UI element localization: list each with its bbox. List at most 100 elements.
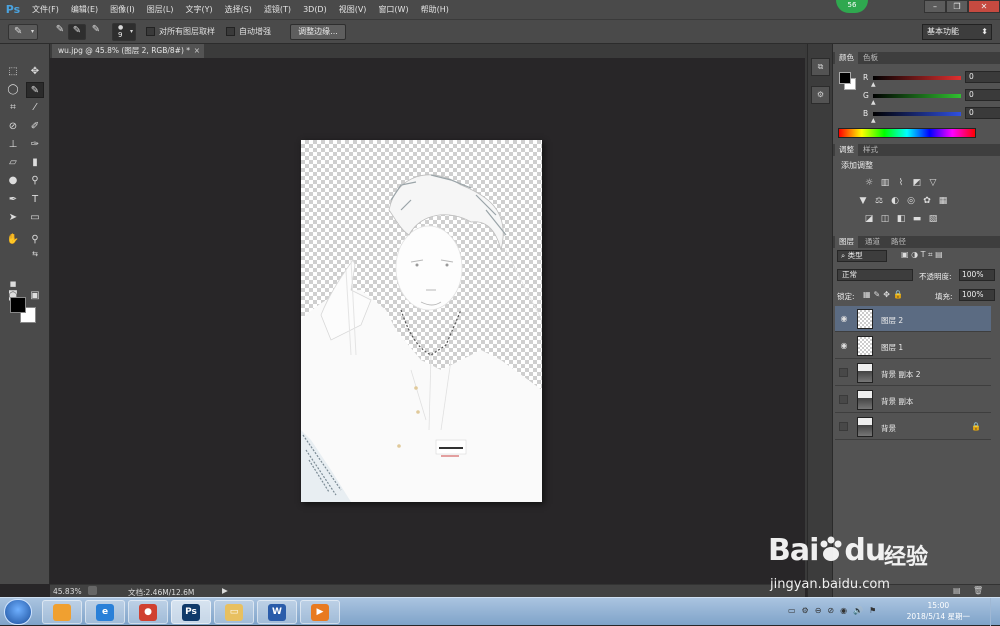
tab-swatches[interactable]: 色板	[859, 52, 882, 64]
close-window-button[interactable]: ✕	[968, 0, 1000, 13]
new-selection-icon[interactable]: ✎	[52, 24, 68, 40]
levels-icon[interactable]: ▥	[879, 178, 891, 189]
tab-channels[interactable]: 通道	[861, 236, 884, 248]
tab-styles[interactable]: 样式	[859, 144, 882, 156]
path-selection-tool-icon[interactable]: ➤	[4, 210, 22, 226]
brush-tool-icon[interactable]: ✐	[26, 119, 44, 135]
delete-layer-icon[interactable]: 🗑	[973, 586, 983, 595]
subtract-selection-icon[interactable]: ✎	[88, 24, 104, 40]
layer-row[interactable]: ◉ 图层 2	[835, 306, 991, 332]
taskbar-app-button[interactable]: e	[85, 600, 125, 624]
foreground-color-swatch[interactable]	[10, 297, 26, 313]
tab-layers[interactable]: 图层	[835, 236, 858, 248]
bw-icon[interactable]: ◐	[889, 196, 901, 207]
slider-value[interactable]: 0	[965, 107, 1000, 119]
swap-colors-icon[interactable]: ⇆	[26, 246, 44, 262]
layer-row[interactable]: ◉ 图层 1	[835, 333, 991, 359]
workspace-select[interactable]: 基本功能 ⬍	[922, 24, 992, 40]
layer-row[interactable]: 背景 副本 2	[835, 360, 991, 386]
channel-mixer-icon[interactable]: ✿	[921, 196, 933, 207]
photo-filter-icon[interactable]: ◎	[905, 196, 917, 207]
new-layer-icon[interactable]: ▤	[953, 586, 961, 595]
tab-color[interactable]: 颜色	[835, 52, 858, 64]
taskbar-app-button[interactable]: ●	[128, 600, 168, 624]
pen-tool-icon[interactable]: ✒	[4, 192, 22, 208]
slider-handle-icon[interactable]: ▲	[871, 81, 876, 88]
restore-button[interactable]: ❐	[946, 0, 968, 13]
menu-item-3[interactable]: 图层(L)	[141, 0, 180, 19]
move-tool-icon[interactable]: ✥	[26, 64, 44, 80]
exposure-icon[interactable]: ◩	[911, 178, 923, 189]
posterize-icon[interactable]: ◫	[879, 214, 891, 225]
eye-icon[interactable]: ◉	[839, 314, 849, 324]
threshold-icon[interactable]: ◧	[895, 214, 907, 225]
menu-item-10[interactable]: 帮助(H)	[415, 0, 455, 19]
history-brush-tool-icon[interactable]: ✑	[26, 137, 44, 153]
close-tab-icon[interactable]: ×	[194, 44, 200, 58]
slider-handle-icon[interactable]: ▲	[871, 99, 876, 106]
slider-track[interactable]	[873, 94, 961, 98]
visibility-toggle[interactable]	[839, 395, 848, 404]
healing-brush-tool-icon[interactable]: ⊘	[4, 119, 22, 135]
refine-edge-button[interactable]: 调整边缘...	[290, 24, 346, 40]
sample-all-layers-checkbox[interactable]	[146, 27, 155, 36]
filter-pixel-icon[interactable]: ▣ ◑ T ⌗ ▤	[901, 250, 943, 260]
zoom-level[interactable]: 45.83%	[53, 587, 82, 596]
slider-value[interactable]: 0	[965, 71, 1000, 83]
history-panel-icon[interactable]: ⧉	[811, 58, 830, 76]
taskbar-app-button[interactable]	[42, 600, 82, 624]
selective-color-icon[interactable]: ▧	[927, 214, 939, 225]
brush-size-picker[interactable]: ● 9 ▾	[112, 23, 136, 41]
document-tab[interactable]: wu.jpg @ 45.8% (图层 2, RGB/8#) * ×	[52, 44, 204, 58]
taskbar-app-button[interactable]: Ps	[171, 600, 211, 624]
triangle-icon[interactable]: ▽	[927, 178, 939, 189]
opacity-field[interactable]: 100%	[959, 269, 995, 281]
minimize-button[interactable]: –	[924, 0, 946, 13]
crop-tool-icon[interactable]: ⌗	[4, 100, 22, 116]
slider-handle-icon[interactable]: ▲	[871, 117, 876, 124]
menu-item-6[interactable]: 滤镜(T)	[258, 0, 297, 19]
sun-icon[interactable]: ☼	[863, 178, 875, 189]
balance-icon[interactable]: ⚖	[873, 196, 885, 207]
add-to-selection-icon[interactable]: ✎	[68, 24, 86, 40]
slider-value[interactable]: 0	[965, 89, 1000, 101]
blend-mode-select[interactable]: 正常	[837, 269, 913, 281]
gradient-tool-icon[interactable]: ▮	[26, 155, 44, 171]
system-clock[interactable]: 15:00 2018/5/14 星期一	[907, 600, 970, 622]
menu-item-5[interactable]: 选择(S)	[219, 0, 258, 19]
show-desktop-button[interactable]	[990, 598, 1000, 626]
menu-item-1[interactable]: 编辑(E)	[65, 0, 104, 19]
start-button[interactable]	[4, 599, 32, 625]
invert-icon[interactable]: ◪	[863, 214, 875, 225]
dodge-tool-icon[interactable]: ⚲	[26, 173, 44, 189]
rectangle-tool-icon[interactable]: ▭	[26, 210, 44, 226]
hand-tool-icon[interactable]: ✋	[4, 232, 22, 248]
menu-item-2[interactable]: 图像(I)	[104, 0, 141, 19]
slider-track[interactable]	[873, 112, 961, 116]
taskbar-app-button[interactable]: W	[257, 600, 297, 624]
color-spectrum[interactable]	[838, 128, 976, 138]
menu-item-8[interactable]: 视图(V)	[333, 0, 373, 19]
curves-icon[interactable]: ⌇	[895, 178, 907, 189]
layer-row[interactable]: 背景 🔒	[835, 414, 991, 440]
taskbar-app-button[interactable]: ▶	[300, 600, 340, 624]
menu-item-7[interactable]: 3D(D)	[297, 0, 333, 19]
marquee-tool-icon[interactable]: ⬚	[4, 64, 22, 80]
eye-icon[interactable]: ◉	[839, 341, 849, 351]
layer-row[interactable]: 背景 副本	[835, 387, 991, 413]
visibility-toggle[interactable]	[839, 422, 848, 431]
taskbar-app-button[interactable]: ▭	[214, 600, 254, 624]
fill-field[interactable]: 100%	[959, 289, 995, 301]
document-canvas[interactable]	[301, 140, 542, 502]
blur-tool-icon[interactable]: ●	[4, 173, 22, 189]
eraser-tool-icon[interactable]: ▱	[4, 155, 22, 171]
color-fg-swatch[interactable]	[839, 72, 851, 84]
layer-filter-select[interactable]: ⌕ 类型	[837, 250, 887, 262]
quick-selection-tool-icon[interactable]: ✎	[26, 82, 44, 98]
slider-track[interactable]	[873, 76, 961, 80]
grid-icon[interactable]: ▦	[937, 196, 949, 207]
lock-icons[interactable]: ▦✎✥🔒	[863, 290, 906, 299]
properties-panel-icon[interactable]: ⚙	[811, 86, 830, 104]
type-tool-icon[interactable]: T	[26, 192, 44, 208]
gradient-map-icon[interactable]: ▬	[911, 214, 923, 225]
